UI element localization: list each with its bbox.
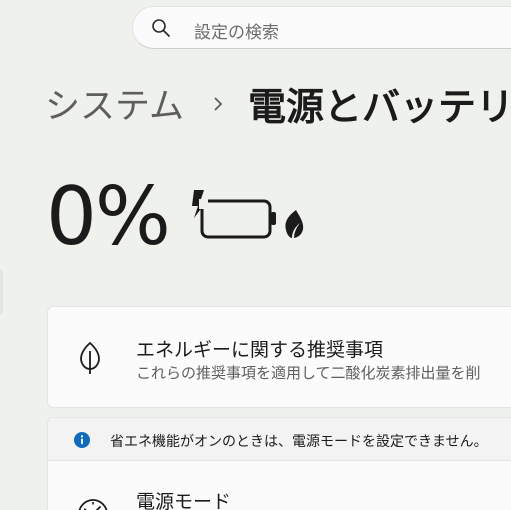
search-input[interactable]: 設定の検索 [194,18,279,43]
recommendations-description: これらの推奨事項を適用して二酸化炭素排出量を削 [136,364,481,382]
power-mode-card[interactable]: 電源モード [47,460,511,510]
info-banner: 省エネ機能がオンのときは、電源モードを設定できません。 [47,417,511,461]
info-icon [74,432,90,448]
search-icon [152,19,170,37]
battery-charging-icon [192,190,276,239]
search-box[interactable]: 設定の検索 [132,6,511,49]
battery-percentage: 0% [46,170,171,263]
speedometer-icon [78,499,108,510]
energy-recommendations-card[interactable]: エネルギーに関する推奨事項 これらの推奨事項を適用して二酸化炭素排出量を削 [47,306,511,408]
recommendations-title: エネルギーに関する推奨事項 [136,339,384,361]
settings-window: 設定の検索 システム 電源とバッテリー 0% エネルギーに関する推奨事項 これら… [0,0,511,510]
chevron-right-icon [214,96,223,111]
power-mode-title: 電源モード [136,491,232,510]
breadcrumb: システム 電源とバッテリー [45,76,511,131]
leaf-outline-icon [80,341,100,374]
leaf-icon [285,210,304,238]
info-message: 省エネ機能がオンのときは、電源モードを設定できません。 [110,434,488,450]
window-edge [0,270,3,314]
page-title: 電源とバッテリー [247,85,511,129]
breadcrumb-system-link[interactable]: システム [45,78,184,129]
